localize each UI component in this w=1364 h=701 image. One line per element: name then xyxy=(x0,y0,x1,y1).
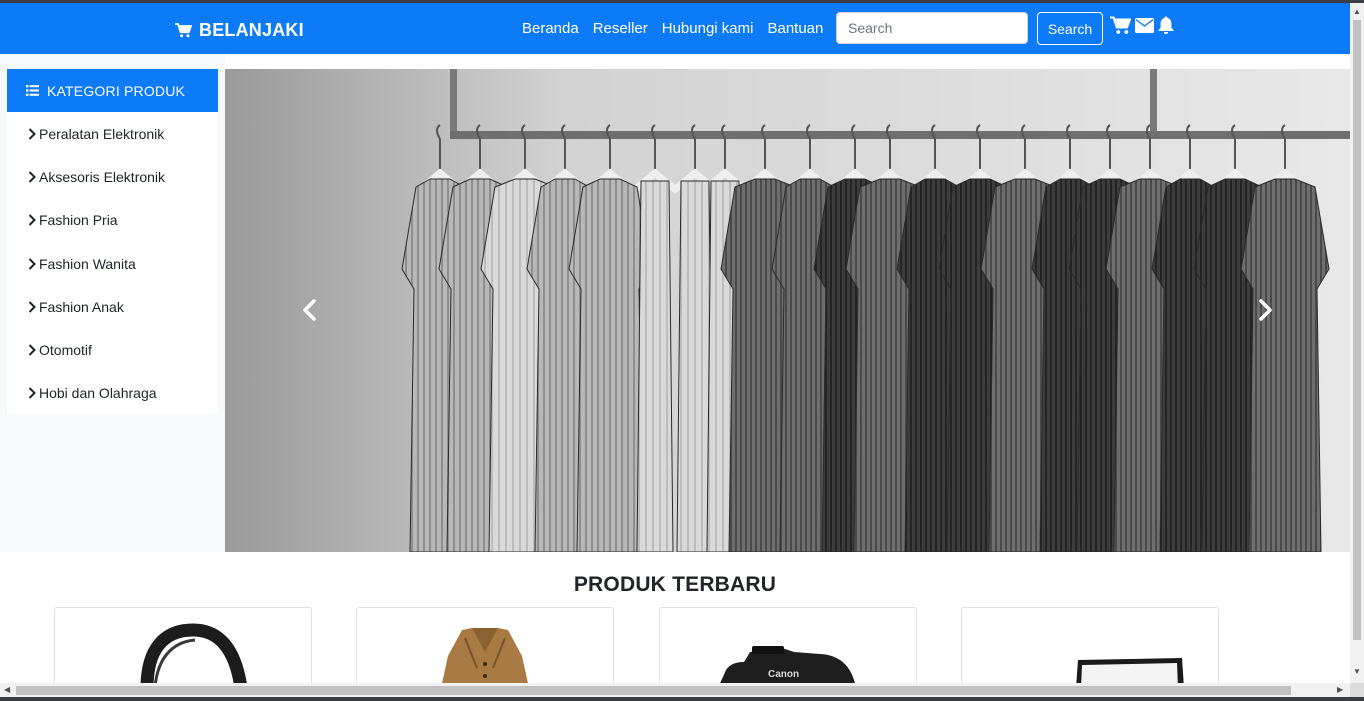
brand-logo[interactable]: BELANJAKI xyxy=(175,18,304,42)
cart-icon xyxy=(175,22,192,37)
sidebar-item-label: Aksesoris Elektronik xyxy=(39,168,166,185)
sidebar-item-label: Otomotif xyxy=(39,342,92,359)
clothes-rack-photo xyxy=(225,69,1350,552)
sidebar-item-label: Hobi dan Olahraga xyxy=(39,385,157,402)
nav-links: Beranda Reseller Hubungi kami Bantuan xyxy=(515,20,830,38)
scrollbar-corner xyxy=(1350,683,1364,697)
scroll-right-arrow-icon[interactable]: ▶ xyxy=(1337,685,1343,694)
chevron-right-icon xyxy=(28,214,36,226)
product-card[interactable] xyxy=(356,607,614,687)
carousel-prev-button[interactable] xyxy=(295,295,325,325)
chevron-right-icon xyxy=(28,171,36,183)
sidebar-item-label: Peralatan Elektronik xyxy=(39,125,165,142)
vertical-scroll-thumb[interactable] xyxy=(1353,20,1361,640)
chevron-right-icon xyxy=(28,257,36,270)
garment xyxy=(636,180,674,552)
chevron-right-icon xyxy=(28,301,36,313)
sidebar-item-aksesoris-elektronik[interactable]: Aksesoris Elektronik xyxy=(7,155,218,198)
garment xyxy=(1240,178,1330,552)
bell-icon[interactable] xyxy=(1158,16,1174,35)
horizontal-scroll-thumb[interactable] xyxy=(16,686,1291,695)
search-button[interactable]: Search xyxy=(1037,12,1103,45)
window-bottom-border xyxy=(0,697,1364,701)
product-card[interactable] xyxy=(54,607,312,687)
nav-link-reseller[interactable]: Reseller xyxy=(586,20,655,38)
horizontal-scrollbar[interactable]: ◀ ▶ xyxy=(0,683,1350,697)
headphones-image xyxy=(140,623,248,686)
brand-name: BELANJAKI xyxy=(199,19,304,40)
cart-icon[interactable] xyxy=(1110,16,1131,35)
list-icon xyxy=(26,85,39,96)
product-card[interactable]: Canon xyxy=(659,607,917,687)
product-card[interactable] xyxy=(961,607,1219,687)
vertical-scrollbar[interactable]: ▲ ▼ xyxy=(1350,3,1364,683)
category-sidebar: KATEGORI PRODUK Peralatan Elektronik Aks… xyxy=(7,69,218,416)
nav-link-beranda[interactable]: Beranda xyxy=(515,20,586,38)
jacket-image xyxy=(441,628,529,686)
sidebar-item-label: Fashion Anak xyxy=(39,298,124,315)
chevron-right-icon xyxy=(28,387,36,400)
scroll-down-arrow-icon[interactable]: ▼ xyxy=(1353,667,1361,676)
navbar: BELANJAKI Beranda Reseller Hubungi kami … xyxy=(0,3,1350,54)
sidebar-item-fashion-anak[interactable]: Fashion Anak xyxy=(7,285,218,328)
sidebar-item-peralatan-elektronik[interactable]: Peralatan Elektronik xyxy=(7,112,218,155)
sidebar-item-label: Fashion Wanita xyxy=(39,255,136,272)
chevron-right-icon xyxy=(28,127,36,140)
scroll-up-arrow-icon[interactable]: ▲ xyxy=(1353,7,1361,16)
sidebar-header: KATEGORI PRODUK xyxy=(7,69,218,112)
sidebar-title: KATEGORI PRODUK xyxy=(47,82,186,99)
laptop-image xyxy=(1076,658,1184,686)
search-input[interactable] xyxy=(836,12,1028,44)
sidebar-item-label: Fashion Pria xyxy=(39,212,118,229)
camera-brand-text: Canon xyxy=(768,669,799,680)
carousel-next-button[interactable] xyxy=(1250,295,1280,325)
camera-image: Canon xyxy=(718,646,856,686)
sidebar-item-fashion-pria[interactable]: Fashion Pria xyxy=(7,199,218,242)
nav-link-bantuan[interactable]: Bantuan xyxy=(760,20,830,38)
chevron-right-icon xyxy=(28,344,36,356)
sidebar-item-fashion-wanita[interactable]: Fashion Wanita xyxy=(7,242,218,285)
scroll-left-arrow-icon[interactable]: ◀ xyxy=(4,685,10,694)
nav-link-hubungi-kami[interactable]: Hubungi kami xyxy=(655,20,761,38)
section-title-produk-terbaru: PRODUK TERBARU xyxy=(573,573,777,596)
sidebar-item-otomotif[interactable]: Otomotif xyxy=(7,328,218,371)
sidebar-item-hobi-dan-olahraga[interactable]: Hobi dan Olahraga xyxy=(7,372,218,415)
hero-carousel xyxy=(225,69,1350,552)
envelope-icon[interactable] xyxy=(1135,18,1154,33)
